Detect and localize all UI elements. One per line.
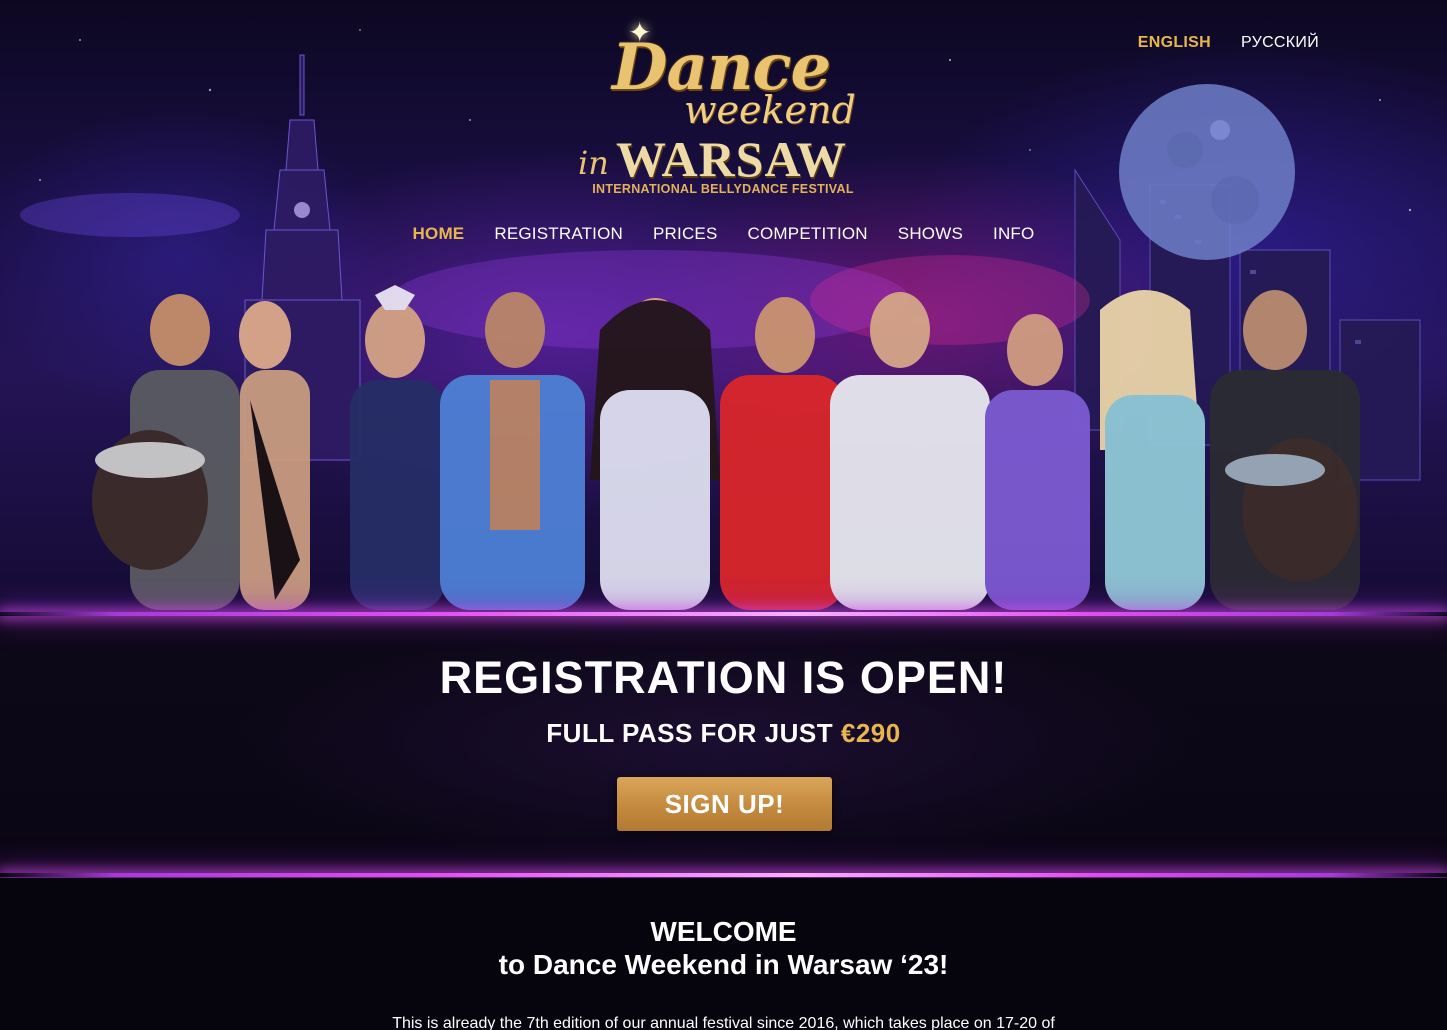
welcome-subheading: to Dance Weekend in Warsaw ‘23! [498,949,949,980]
logo-tagline: INTERNATIONAL BELLYDANCE FESTIVAL [592,182,854,196]
sign-up-button[interactable]: SIGN UP! [617,777,832,831]
lang-english-link[interactable]: ENGLISH [1138,34,1211,52]
lang-russian-link[interactable]: РУССКИЙ [1241,34,1319,52]
nav-shows[interactable]: SHOWS [898,224,963,244]
nav-registration[interactable]: REGISTRATION [494,224,623,244]
nav-competition[interactable]: COMPETITION [748,224,868,244]
full-pass-offer: FULL PASS FOR JUST €290 [0,718,1447,749]
nav-info[interactable]: INFO [993,224,1034,244]
glow-divider-bottom [0,873,1447,877]
logo-warsaw-text: WARSAW [616,131,848,187]
welcome-heading: WELCOME [650,916,797,947]
nav-home[interactable]: HOME [413,224,465,244]
offer-text: FULL PASS FOR JUST [546,718,834,748]
nav-prices[interactable]: PRICES [653,224,718,244]
welcome-intro-text: This is already the 7th edition of our a… [392,1015,1055,1030]
logo-weekend-text: weekend [684,88,856,132]
offer-price: €290 [840,718,901,748]
festival-logo[interactable]: ✦ Dance weekend in WARSAW INTERNATIONAL … [566,16,882,198]
glow-divider-top [0,612,1447,616]
logo-in-text: in [578,144,609,182]
main-nav: HOME REGISTRATION PRICES COMPETITION SHO… [0,224,1447,244]
page: ENGLISH РУССКИЙ ✦ Dance weekend in WARSA… [0,0,1447,1030]
registration-heading: REGISTRATION IS OPEN! [439,652,1008,703]
language-switcher: ENGLISH РУССКИЙ [1138,34,1319,52]
hero-banner: ENGLISH РУССКИЙ ✦ Dance weekend in WARSA… [0,0,1447,615]
